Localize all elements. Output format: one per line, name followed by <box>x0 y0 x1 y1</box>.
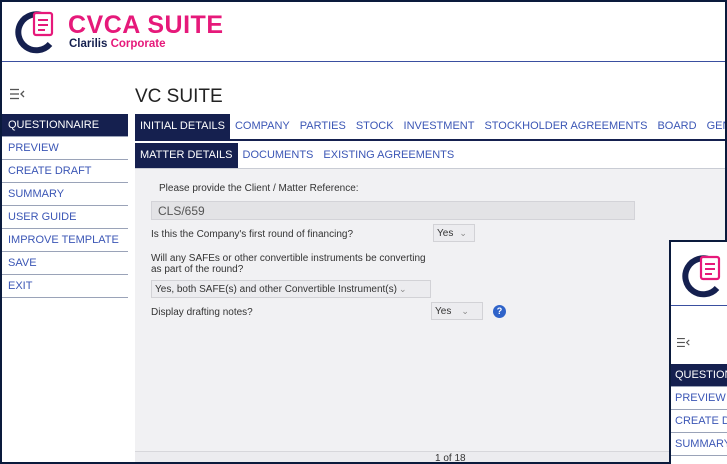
sidebar-item-preview[interactable]: PREVIEW <box>2 137 128 160</box>
sidebar-item-questionnaire[interactable]: QUESTIONNAIRE <box>671 364 727 387</box>
page-indicator: 1 of 18 <box>435 453 466 462</box>
tab-existing-agreements[interactable]: EXISTING AGREEMENTS <box>318 143 459 168</box>
chevron-down-icon: ⌄ <box>459 228 467 238</box>
chevron-down-icon: ⌄ <box>461 306 469 316</box>
sidebar-item-create-draft[interactable]: CREATE DRAFT <box>2 160 128 183</box>
first-round-select[interactable]: Yes ⌄ <box>433 224 475 242</box>
help-icon[interactable]: ? <box>493 305 506 318</box>
chevron-down-icon: ⌄ <box>398 284 407 294</box>
first-round-label: Is this the Company's first round of fin… <box>151 229 354 240</box>
app-window: CVCA SUITE Clarilis Corporate VC SUITE Q… <box>2 2 725 462</box>
menu-collapse-icon[interactable] <box>677 337 691 348</box>
menu-collapse-icon[interactable] <box>10 88 26 100</box>
sidebar-item-summary[interactable]: SUMMARY <box>2 183 128 206</box>
brand-subtitle: Clarilis Corporate <box>69 38 166 50</box>
sidebar-nav: QUESTIONNAIRE PREVIEW CREATE DRAFT SUMMA… <box>2 114 128 298</box>
ref-label: Please provide the Client / Matter Refer… <box>159 183 359 194</box>
tab-investment[interactable]: INVESTMENT <box>399 114 480 139</box>
overlapping-app-window: QUESTIONNAIRE PREVIEW CREATE DRAFT SUMMA… <box>669 240 727 464</box>
sidebar-item-exit[interactable]: EXIT <box>2 275 128 298</box>
pager-bar: 1 of 18 <box>135 451 725 462</box>
sidebar-item-improve-template[interactable]: IMPROVE TEMPLATE <box>2 229 128 252</box>
sidebar-item-user-guide[interactable]: USER GUIDE <box>2 206 128 229</box>
tab-stock[interactable]: STOCK <box>351 114 399 139</box>
document-logo-icon <box>15 11 54 54</box>
drafting-notes-select[interactable]: Yes ⌄ <box>431 302 483 320</box>
tab-stockholder-agreements[interactable]: STOCKHOLDER AGREEMENTS <box>479 114 652 139</box>
sidebar-item-preview[interactable]: PREVIEW <box>671 387 727 410</box>
safes-label-line2: as part of the round? <box>151 264 244 275</box>
tab-documents[interactable]: DOCUMENTS <box>238 143 319 168</box>
sidebar-item-save[interactable]: SAVE <box>2 252 128 275</box>
app-header: CVCA SUITE Clarilis Corporate <box>2 2 725 62</box>
secondary-tab-bar: MATTER DETAILS DOCUMENTS EXISTING AGREEMEN… <box>135 143 725 169</box>
tab-general[interactable]: GENERAL <box>702 114 725 139</box>
tab-initial-details[interactable]: INITIAL DETAILS <box>135 114 230 139</box>
brand-title: CVCA SUITE <box>68 11 224 39</box>
sidebar-item-create-draft[interactable]: CREATE DRAFT <box>671 410 727 433</box>
tab-matter-details[interactable]: MATTER DETAILS <box>135 143 238 168</box>
overlapping-sidebar: QUESTIONNAIRE PREVIEW CREATE DRAFT SUMMA… <box>671 364 727 456</box>
overlapping-header <box>671 242 727 306</box>
safes-conversion-select[interactable]: Yes, both SAFE(s) and other Convertible … <box>151 280 431 298</box>
tab-company[interactable]: COMPANY <box>230 114 295 139</box>
questionnaire-panel: Please provide the Client / Matter Refer… <box>135 169 725 451</box>
document-logo-icon <box>682 255 721 298</box>
client-matter-reference-input[interactable] <box>151 201 635 220</box>
sidebar-item-summary[interactable]: SUMMARY <box>671 433 727 456</box>
page-title: VC SUITE <box>135 86 223 107</box>
tab-parties[interactable]: PARTIES <box>295 114 351 139</box>
drafting-notes-label: Display drafting notes? <box>151 307 253 318</box>
tab-board[interactable]: BOARD <box>652 114 701 139</box>
primary-tab-bar: INITIAL DETAILS COMPANY PARTIES STOCK INVEST… <box>135 114 725 141</box>
sidebar-item-questionnaire[interactable]: QUESTIONNAIRE <box>2 114 128 137</box>
